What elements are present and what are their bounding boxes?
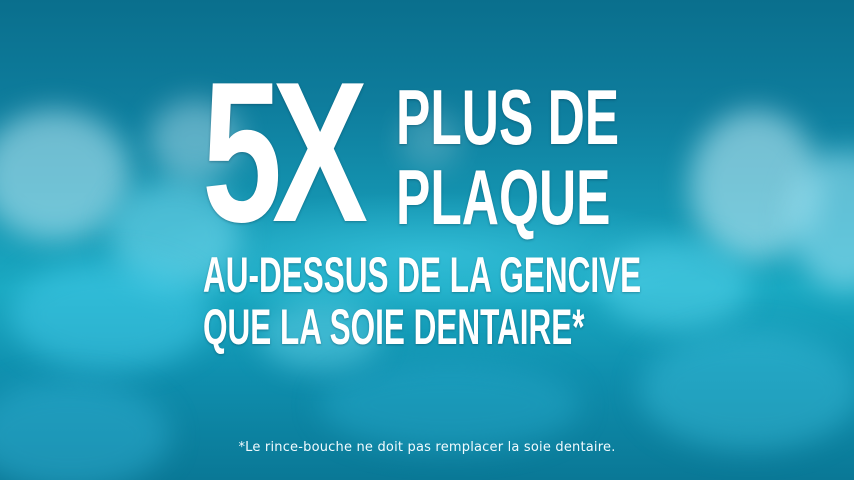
disclaimer-text: *Le rince-bouche ne doit pas remplacer l… — [238, 440, 616, 455]
headline-big-number: 5X — [202, 41, 368, 264]
video-frame: 5X PLUS DE PLAQUE AU-DESSUS DE LA GENCIV… — [0, 0, 854, 480]
headline-line-1: PLUS DE — [396, 73, 620, 161]
headline-line-3: AU-DESSUS DE LA GENCIVE — [203, 247, 642, 303]
headline-line-2: PLAQUE — [396, 153, 611, 241]
headline-line-4: QUE LA SOIE DENTAIRE* — [203, 299, 585, 355]
headline: 5X PLUS DE PLAQUE AU-DESSUS DE LA GENCIV… — [0, 0, 854, 480]
